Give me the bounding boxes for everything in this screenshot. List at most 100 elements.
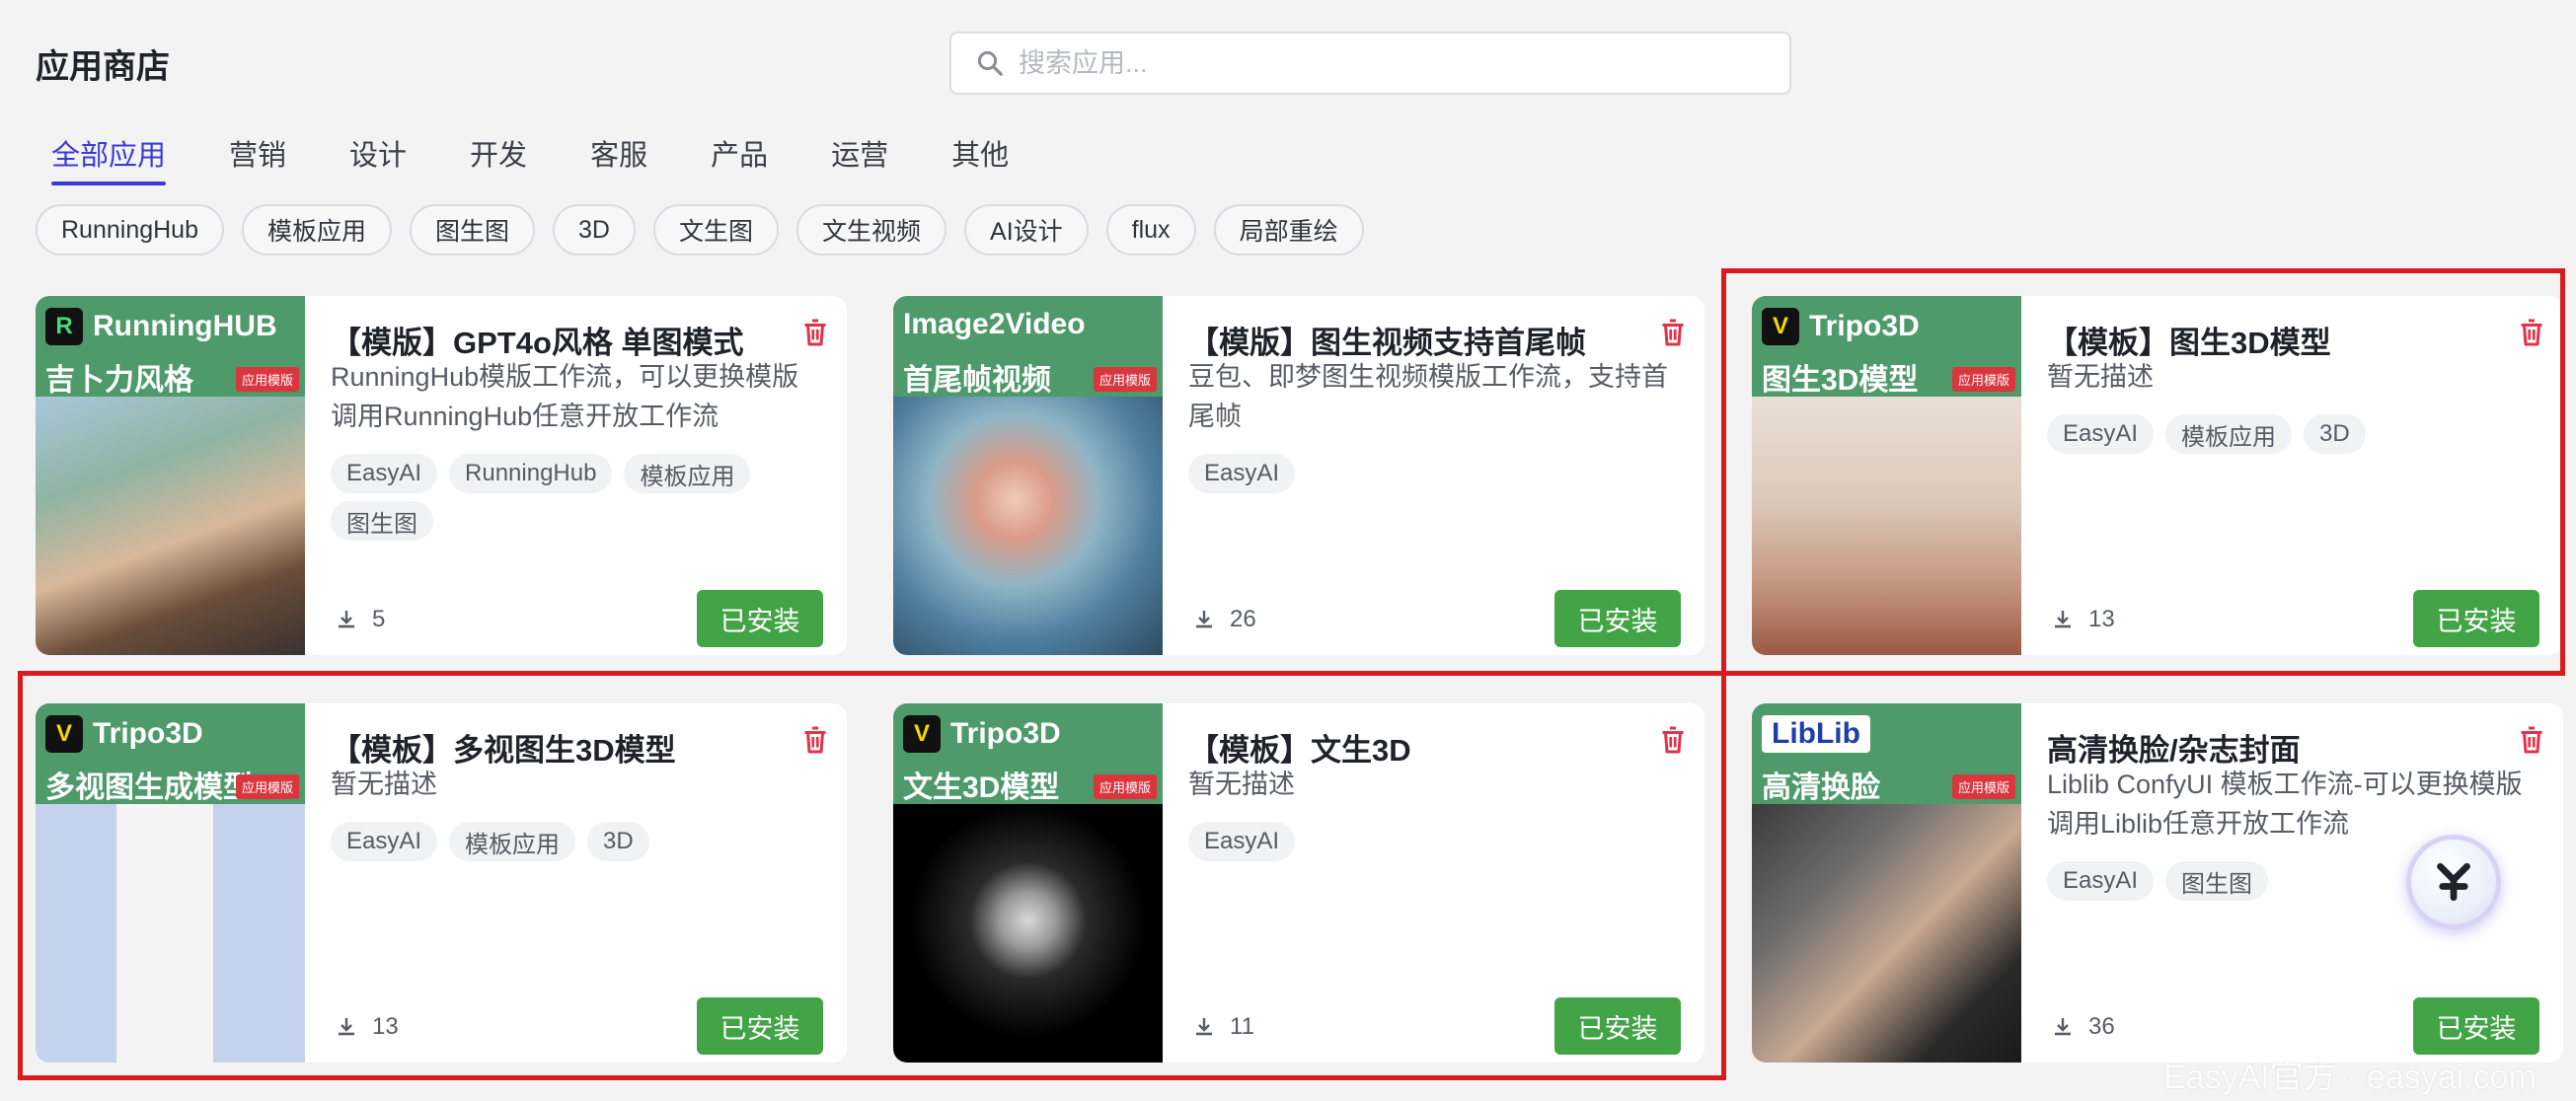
tab-product[interactable]: 产品: [711, 132, 768, 185]
tag: 模板应用: [2165, 414, 2293, 454]
tab-other[interactable]: 其他: [951, 132, 1009, 185]
assistant-float-button[interactable]: [2406, 835, 2501, 929]
card-title: 【模版】图生视频支持首尾帧: [1188, 326, 1586, 360]
download-count: 36: [2051, 1013, 2115, 1041]
tag: 3D: [587, 822, 649, 861]
chip-3d[interactable]: 3D: [553, 204, 636, 256]
runninghub-logo-icon: R: [45, 308, 83, 345]
download-count: 5: [335, 606, 385, 633]
trash-icon[interactable]: [1655, 314, 1691, 351]
anime-portrait-image: [36, 397, 305, 655]
app-thumbnail: V Tripo3D 多视图生成模型 应用模版: [36, 703, 305, 1063]
multiview-figures-image: [36, 804, 305, 1063]
installed-button[interactable]: 已安装: [2413, 997, 2539, 1055]
app-card[interactable]: V Tripo3D 文生3D模型 应用模版 【模板】文生3D 暂无描述 EasyA…: [893, 703, 1705, 1063]
tab-operations[interactable]: 运营: [831, 132, 888, 185]
card-description: Liblib ConfyUI 模板工作流-可以更换模版调用Liblib任意开放工…: [2047, 770, 2523, 839]
card-description: RunningHub模版工作流，可以更换模版调用RunningHub任意开放工作…: [331, 362, 799, 431]
tag: EasyAI: [2047, 414, 2155, 454]
thumb-brand: Tripo3D: [93, 717, 203, 750]
tag: EasyAI: [331, 454, 438, 493]
thumb-badge: 应用模版: [235, 774, 299, 799]
installed-button[interactable]: 已安装: [2413, 590, 2539, 647]
installed-button[interactable]: 已安装: [697, 997, 823, 1055]
app-thumbnail: LibLib 高清换脸 应用模版: [1752, 703, 2021, 1063]
card-title: 【模板】图生3D模型: [2047, 326, 2331, 360]
installed-button[interactable]: 已安装: [1554, 997, 1681, 1055]
chip-inpaint[interactable]: 局部重绘: [1213, 204, 1364, 256]
thumb-subtitle: 图生3D模型: [1762, 364, 1919, 397]
thumb-brand: RunningHUB: [93, 310, 277, 342]
app-card[interactable]: Image2Video 首尾帧视频 应用模版 【模版】图生视频支持首尾帧 豆包、…: [893, 296, 1705, 655]
trash-icon[interactable]: [1655, 721, 1691, 759]
tripo-logo-icon: V: [45, 715, 83, 753]
chip-txt2img[interactable]: 文生图: [653, 204, 780, 256]
card-title: 高清换脸/杂志封面: [2047, 733, 2301, 768]
chip-flux[interactable]: flux: [1105, 204, 1196, 256]
search-icon: [977, 50, 1003, 76]
download-count: 11: [1192, 1013, 1254, 1041]
download-count: 13: [2051, 606, 2115, 633]
app-thumbnail: R RunningHUB 吉卜力风格 应用模版: [36, 296, 305, 655]
chip-ai-design[interactable]: AI设计: [964, 204, 1089, 256]
face-swap-portrait-image: [1752, 804, 2021, 1063]
download-count: 13: [335, 1013, 399, 1041]
card-description: 豆包、即梦图生视频模版工作流，支持首尾帧: [1188, 362, 1668, 431]
card-description: 暂无描述: [1188, 770, 1295, 799]
trash-icon[interactable]: [2514, 314, 2549, 351]
card-tags: EasyAI 模板应用 3D: [331, 822, 824, 869]
card-tags: EasyAI RunningHub 模板应用 图生图: [331, 454, 824, 549]
card-tags: EasyAI 模板应用 3D: [2047, 414, 2540, 462]
app-thumbnail: V Tripo3D 文生3D模型 应用模版: [893, 703, 1163, 1063]
search-box[interactable]: [949, 32, 1791, 95]
search-input[interactable]: [1019, 47, 1769, 79]
thumb-badge: 应用模版: [1093, 774, 1157, 799]
tab-all[interactable]: 全部应用: [51, 132, 167, 185]
tag: EasyAI: [331, 822, 438, 861]
page-title: 应用商店: [36, 48, 170, 86]
app-card[interactable]: R RunningHUB 吉卜力风格 应用模版 【模版】GPT4o风格 单图模式 …: [36, 296, 847, 655]
trash-icon[interactable]: [2514, 721, 2549, 759]
tag: EasyAI: [2047, 861, 2155, 901]
card-description: 暂无描述: [2047, 362, 2154, 392]
tab-marketing[interactable]: 营销: [229, 132, 286, 185]
thumb-subtitle: 多视图生成模型: [45, 771, 253, 804]
thumb-badge: 应用模版: [1951, 774, 2015, 799]
tab-development[interactable]: 开发: [470, 132, 527, 185]
thumb-subtitle: 吉卜力风格: [45, 364, 193, 397]
card-title: 【模板】文生3D: [1188, 733, 1411, 768]
card-description: 暂无描述: [331, 770, 437, 799]
tag: 模板应用: [449, 822, 576, 861]
tag: 图生图: [2165, 861, 2269, 901]
thumb-brand: Image2Video: [903, 308, 1086, 340]
chip-runninghub[interactable]: RunningHub: [36, 204, 224, 256]
thumb-subtitle: 文生3D模型: [903, 771, 1060, 804]
chip-template-apps[interactable]: 模板应用: [242, 204, 393, 256]
card-tags: EasyAI: [1188, 454, 1682, 501]
app-card[interactable]: V Tripo3D 多视图生成模型 应用模版 【模板】多视图生3D模型 暂无描述 …: [36, 703, 847, 1063]
thumb-brand: Tripo3D: [950, 717, 1061, 750]
card-title: 【模版】GPT4o风格 单图模式: [331, 326, 744, 360]
chip-txt2video[interactable]: 文生视频: [796, 204, 947, 256]
glass-flowers-image: [893, 397, 1163, 655]
tab-design[interactable]: 设计: [349, 132, 407, 185]
tag: EasyAI: [1188, 822, 1296, 861]
trash-icon[interactable]: [797, 721, 833, 759]
filter-chips: RunningHub 模板应用 图生图 3D 文生图 文生视频 AI设计 flu…: [36, 204, 1382, 256]
thumb-subtitle: 高清换脸: [1762, 771, 1880, 804]
app-card[interactable]: V Tripo3D 图生3D模型 应用模版 【模板】图生3D模型 暂无描述 Eas…: [1752, 296, 2563, 655]
trash-icon[interactable]: [797, 314, 833, 351]
tag: 图生图: [331, 501, 433, 541]
thumb-brand: Tripo3D: [1809, 310, 1920, 342]
tripo-logo-icon: V: [1762, 308, 1799, 345]
download-icon: [339, 1018, 354, 1036]
thumb-badge: 应用模版: [1093, 367, 1157, 392]
assistant-logo-icon: [2437, 862, 2470, 902]
thumb-brand: LibLib: [1762, 715, 1870, 753]
download-icon: [1196, 1018, 1212, 1036]
chip-img2img[interactable]: 图生图: [410, 204, 536, 256]
card-tags: EasyAI: [1188, 822, 1682, 869]
tab-customer-service[interactable]: 客服: [590, 132, 647, 185]
installed-button[interactable]: 已安装: [697, 590, 823, 647]
installed-button[interactable]: 已安装: [1554, 590, 1681, 647]
